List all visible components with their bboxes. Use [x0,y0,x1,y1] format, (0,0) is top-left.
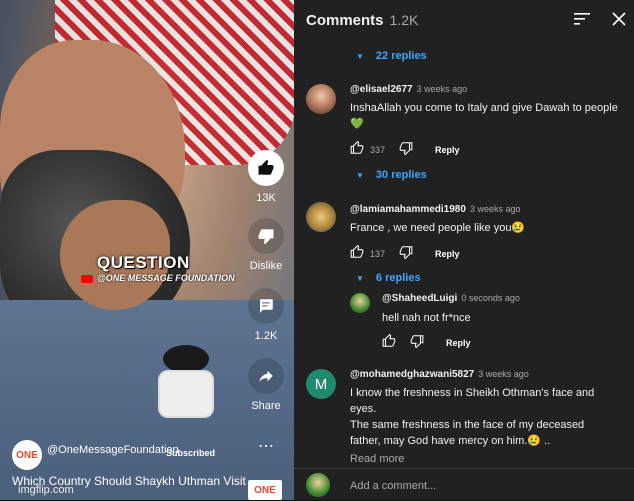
sort-icon[interactable] [574,12,590,31]
replies-toggle[interactable]: ▼ 22 replies [356,50,427,62]
like-count: 13K [256,192,276,204]
replies-label: 6 replies [375,272,421,284]
thumbs-up-icon [248,150,284,186]
like-count: 137 [370,248,386,259]
comments-title: Comments [306,12,384,29]
comment-actions: Reply [382,333,471,351]
share-label: Share [251,400,281,412]
share-arrow-icon [248,358,284,394]
thumbs-down-icon [248,218,284,254]
replies-label: 22 replies [375,50,427,62]
watermark: imgflip.com [18,484,74,496]
comment-line: eyes. [350,403,377,415]
chevron-down-icon: ▼ [356,171,364,180]
comments-header: Comments 1.2K [306,12,418,29]
author-name: @mohamedghazwani5827 [350,369,475,380]
comment-actions: 337 Reply [350,140,460,158]
thumbs-down-icon[interactable] [399,141,413,158]
youtube-icon [81,275,93,283]
comment-time: 3 weeks ago [416,84,468,94]
add-comment-bar: Add a comment... [294,468,634,501]
thumbs-up-icon[interactable] [382,333,396,351]
more-options-icon[interactable]: ⋯ [258,436,274,456]
user-avatar [306,473,330,497]
reply-button[interactable]: Reply [446,338,471,348]
author-name: @elisael2677 [350,84,413,95]
avatar[interactable] [306,202,336,232]
comment-author[interactable]: @elisael2677 3 weeks ago [350,84,467,95]
thumbs-up-icon[interactable] [350,140,364,158]
microphone-clip [160,372,212,416]
add-comment-input[interactable]: Add a comment... [350,480,436,492]
chevron-down-icon: ▼ [356,52,364,61]
channel-logo-text: ONE [16,449,38,461]
video-player[interactable]: QUESTION @ONE MESSAGE FOUNDATION 13K Dis… [0,0,294,500]
comment-line: The same freshness in the face of my dec… [350,419,585,431]
comments-count: 1.2K [254,330,278,342]
thumbs-down-icon[interactable] [410,334,424,351]
comments-total: 1.2K [389,12,419,28]
dislike-label: Dislike [249,260,283,272]
comment-text: France , we need people like you😢 [350,222,526,234]
comment-time: 3 weeks ago [478,369,529,379]
comment-text: hell nah not fr*nce [382,312,471,324]
microphone-windscreen [163,345,209,373]
comment-text: I know the freshness in Sheikh Othman's … [350,385,626,449]
read-more-link[interactable]: Read more [350,453,404,465]
reply-button[interactable]: Reply [435,145,460,155]
comment-time: 0 seconds ago [461,293,520,303]
author-name: @lamiamahammedi1980 [350,204,466,215]
comment-author[interactable]: @ShaheedLuigi 0 seconds ago [382,293,520,304]
comment-text: InshaAllah you come to Italy and give Da… [350,102,618,130]
comment-line: father, may God have mercy on him.😢 .. [350,435,551,447]
share-button[interactable]: Share [246,358,286,412]
sound-logo[interactable]: ONE [248,480,282,500]
avatar-letter: M [314,375,328,393]
comments-button[interactable]: 1.2K [246,288,286,342]
overlay-subtitle: @ONE MESSAGE FOUNDATION [97,273,235,283]
comment-author[interactable]: @mohamedghazwani5827 3 weeks ago [350,369,529,380]
avatar[interactable]: M [306,369,336,399]
like-count: 337 [370,144,386,155]
comment-actions: 137 Reply [350,244,460,262]
thumbs-up-icon[interactable] [350,244,364,262]
comments-panel: Comments 1.2K ▼ 22 replies @elisael2677 3 w… [294,0,634,500]
comment-line: I know the freshness in Sheikh Othman's … [350,387,595,399]
thumbs-down-icon[interactable] [399,245,413,262]
overlay-title: QUESTION [97,253,190,272]
replies-toggle[interactable]: ▼ 30 replies [356,169,427,181]
close-icon[interactable] [612,12,626,31]
sound-logo-text: ONE [254,484,276,496]
dislike-button[interactable]: Dislike [246,218,286,272]
subscribed-button[interactable]: Subscribed [166,448,215,458]
channel-name[interactable]: @OneMessageFoundation [47,440,179,460]
like-button[interactable]: 13K [246,150,286,204]
comment-icon [248,288,284,324]
comment-author[interactable]: @lamiamahammedi1980 3 weeks ago [350,204,520,215]
replies-label: 30 replies [375,169,427,181]
chevron-up-icon: ▼ [356,274,364,283]
avatar[interactable] [306,84,336,114]
replies-toggle[interactable]: ▼ 6 replies [356,272,421,284]
reply-button[interactable]: Reply [435,249,460,259]
avatar[interactable] [350,293,370,313]
author-name: @ShaheedLuigi [382,293,458,304]
channel-avatar[interactable]: ONE [12,440,42,470]
comment-time: 3 weeks ago [469,204,521,214]
